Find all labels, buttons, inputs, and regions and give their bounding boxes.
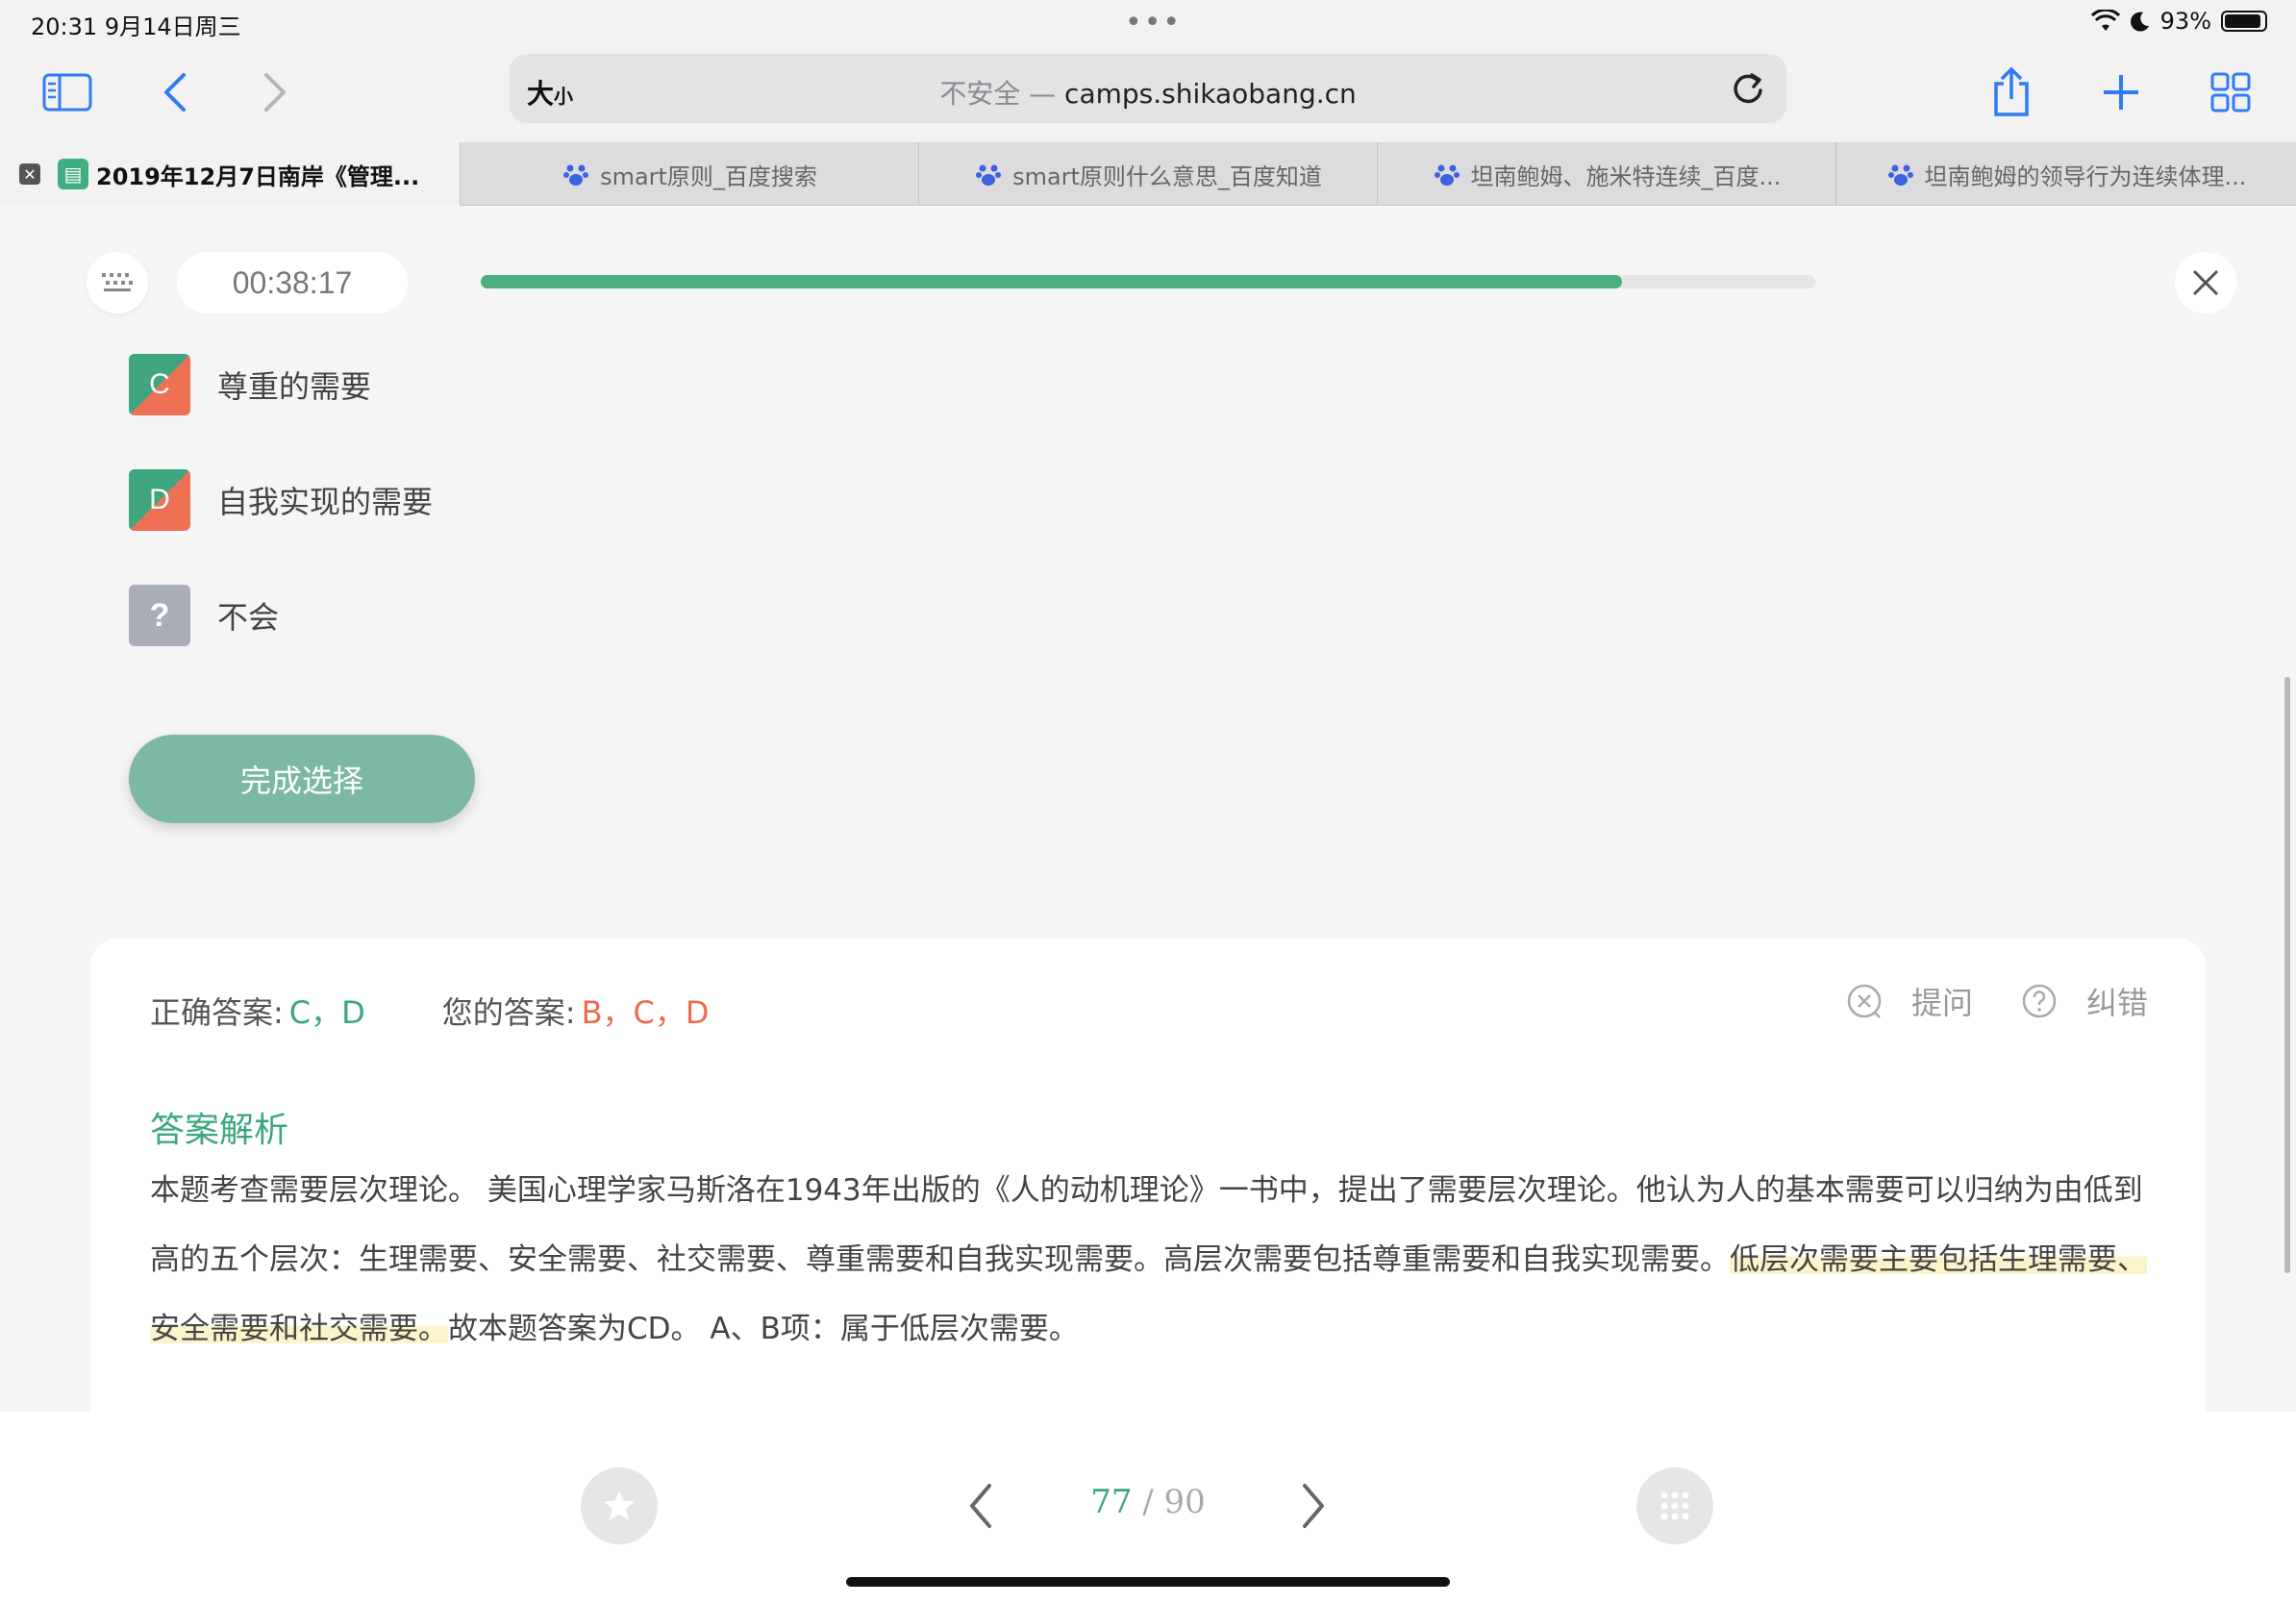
- tab-title: 坦南鲍姆、施米特连续_百度...: [1470, 163, 1782, 190]
- quiz-progress-bar: [481, 275, 1815, 288]
- option-letter-badge: C: [129, 354, 190, 415]
- tab-overview-icon[interactable]: [2202, 63, 2259, 121]
- page-separator: /: [1132, 1483, 1164, 1521]
- insecure-label: 不安全 —: [939, 78, 1065, 110]
- tab-title: 2019年12月7日南岸《管理...: [96, 163, 420, 190]
- star-icon: [604, 1491, 635, 1520]
- status-time: 20:31 9月14日周三: [31, 13, 241, 40]
- multitasking-dots-icon[interactable]: •••: [1125, 6, 1182, 39]
- answer-sheet-button[interactable]: [87, 252, 148, 313]
- sidebar-icon[interactable]: [38, 63, 96, 121]
- bottom-navigation: 77 / 90: [0, 1412, 2296, 1604]
- battery-percent: 93%: [2159, 8, 2211, 35]
- battery-icon: [2221, 11, 2267, 32]
- keyboard-icon: [102, 273, 133, 291]
- answer-summary: 正确答案: C，D 您的答案: B，C，D: [150, 989, 710, 1033]
- your-answer-label: 您的答案:: [441, 994, 576, 1031]
- site-favicon-icon: ▤: [58, 159, 88, 189]
- back-icon[interactable]: [146, 63, 204, 121]
- tab-close-icon[interactable]: ✕: [19, 163, 40, 185]
- tab-title: smart原则什么意思_百度知道: [1012, 163, 1322, 190]
- question-grid-button[interactable]: [1636, 1467, 1713, 1544]
- grid-icon: [1660, 1491, 1689, 1520]
- next-question-button[interactable]: [1285, 1471, 1342, 1541]
- prev-question-button[interactable]: [952, 1471, 1010, 1541]
- quiz-content: 00:38:17 C 尊重的需要 D 自我实现的需要 ? 不会 完成选择 正确答…: [0, 206, 2296, 1412]
- page-indicator: 77 / 90: [1052, 1483, 1244, 1521]
- scrollbar[interactable]: [2284, 677, 2290, 1273]
- close-button[interactable]: [2175, 252, 2236, 313]
- finish-selection-button[interactable]: 完成选择: [129, 735, 475, 823]
- correct-answer-label: 正确答案:: [150, 994, 284, 1031]
- option-dont-know[interactable]: ? 不会: [129, 585, 279, 646]
- answer-card: 正确答案: C，D 您的答案: B，C，D 提问 纠错 答案解析 本题考查需要层…: [90, 939, 2206, 1412]
- help-circle-icon: [2022, 984, 2057, 1018]
- analysis-text-part: 故本题答案为CD。 A、B项：属于低层次需要。: [448, 1312, 1079, 1346]
- moon-icon: [2130, 12, 2149, 32]
- page-total: 90: [1163, 1483, 1206, 1521]
- favorite-button[interactable]: [581, 1467, 658, 1544]
- option-c[interactable]: C 尊重的需要: [129, 354, 371, 415]
- tab-title: smart原则_百度搜索: [600, 163, 817, 190]
- status-bar: 20:31 9月14日周三 ••• 93%: [0, 0, 2296, 46]
- card-actions: 提问 纠错: [1798, 979, 2148, 1023]
- ask-label: 提问: [1910, 985, 1973, 1021]
- share-icon[interactable]: [1983, 63, 2040, 121]
- analysis-title: 答案解析: [150, 1111, 289, 1150]
- quiz-progress-fill: [481, 275, 1622, 288]
- option-letter-badge: D: [129, 469, 190, 531]
- report-label: 纠错: [2085, 985, 2148, 1021]
- new-tab-icon[interactable]: [2092, 63, 2150, 121]
- report-error-button[interactable]: 纠错: [2021, 979, 2148, 1023]
- reload-icon[interactable]: [1727, 67, 1769, 110]
- correct-answer-value: C，D: [288, 994, 365, 1031]
- option-d[interactable]: D 自我实现的需要: [129, 469, 433, 531]
- option-label: 尊重的需要: [217, 368, 372, 405]
- close-icon: [2192, 269, 2219, 296]
- baidu-paw-icon: [1433, 160, 1461, 188]
- home-indicator[interactable]: [846, 1577, 1450, 1587]
- chevron-right-icon: [1303, 1484, 1324, 1528]
- browser-toolbar: 大小 不安全 — camps.shikaobang.cn: [0, 46, 2296, 142]
- ask-button[interactable]: 提问: [1846, 979, 1973, 1023]
- forward-icon[interactable]: [246, 63, 304, 121]
- tab-smart-search[interactable]: smart原则_百度搜索: [460, 142, 918, 206]
- page-current: 77: [1090, 1483, 1133, 1521]
- baidu-paw-icon: [974, 160, 1003, 188]
- baidu-paw-icon: [562, 160, 590, 188]
- quiz-timer: 00:38:17: [177, 252, 408, 313]
- option-label: 不会: [217, 599, 280, 636]
- tab-bar: ✕ ▤ 2019年12月7日南岸《管理... smart原则_百度搜索 smar…: [0, 142, 2296, 206]
- chevron-left-icon: [970, 1484, 991, 1528]
- ask-icon: [1847, 984, 1882, 1018]
- tab-leadership-continuum[interactable]: 坦南鲍姆的领导行为连续体理...: [1835, 142, 2296, 206]
- tab-smart-meaning[interactable]: smart原则什么意思_百度知道: [918, 142, 1377, 206]
- question-mark-icon: ?: [129, 585, 190, 646]
- tab-title: 坦南鲍姆的领导行为连续体理...: [1924, 163, 2247, 190]
- status-indicators: 93%: [2090, 8, 2267, 35]
- wifi-icon: [2090, 10, 2120, 31]
- address-bar[interactable]: 大小 不安全 — camps.shikaobang.cn: [510, 54, 1786, 123]
- tab-tannenbaum-schmidt[interactable]: 坦南鲍姆、施米特连续_百度...: [1377, 142, 1835, 206]
- baidu-paw-icon: [1886, 160, 1915, 188]
- battery-level: [2225, 14, 2261, 28]
- tab-active[interactable]: ✕ ▤ 2019年12月7日南岸《管理...: [0, 142, 460, 206]
- analysis-text: 本题考查需要层次理论。 美国心理学家马斯洛在1943年出版的《人的动机理论》一书…: [150, 1156, 2159, 1364]
- url-domain: camps.shikaobang.cn: [1064, 78, 1357, 110]
- your-answer-value: B，C，D: [581, 994, 710, 1031]
- option-label: 自我实现的需要: [217, 484, 434, 520]
- url-display[interactable]: 不安全 — camps.shikaobang.cn: [510, 73, 1786, 112]
